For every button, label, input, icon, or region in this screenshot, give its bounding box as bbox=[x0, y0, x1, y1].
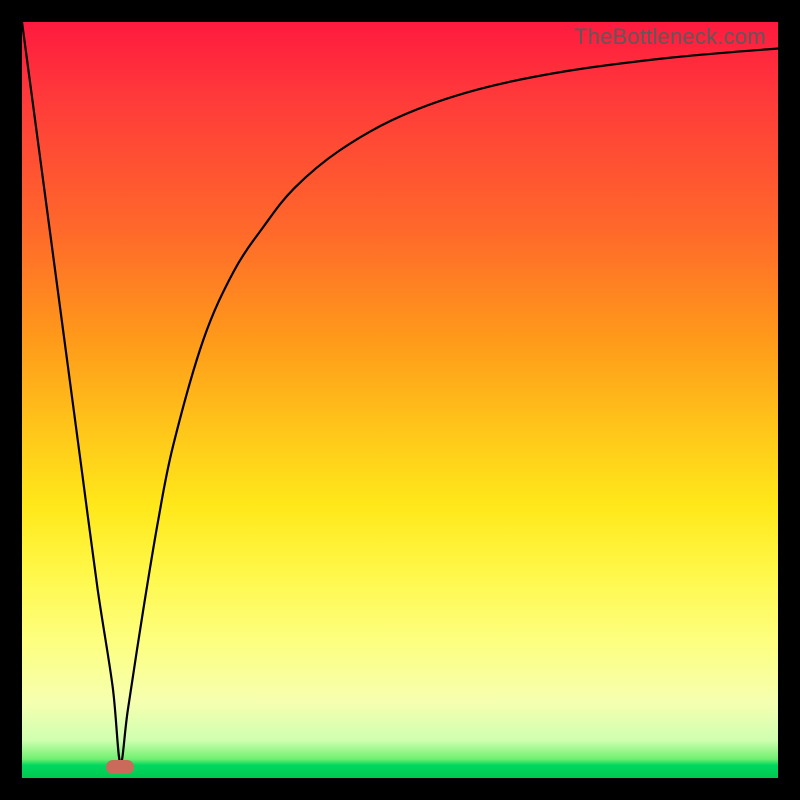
curve-path bbox=[22, 22, 778, 763]
optimum-marker bbox=[106, 760, 134, 774]
bottleneck-curve bbox=[22, 22, 778, 778]
watermark-text: TheBottleneck.com bbox=[574, 24, 766, 50]
chart-frame: TheBottleneck.com bbox=[0, 0, 800, 800]
plot-area: TheBottleneck.com bbox=[22, 22, 778, 778]
